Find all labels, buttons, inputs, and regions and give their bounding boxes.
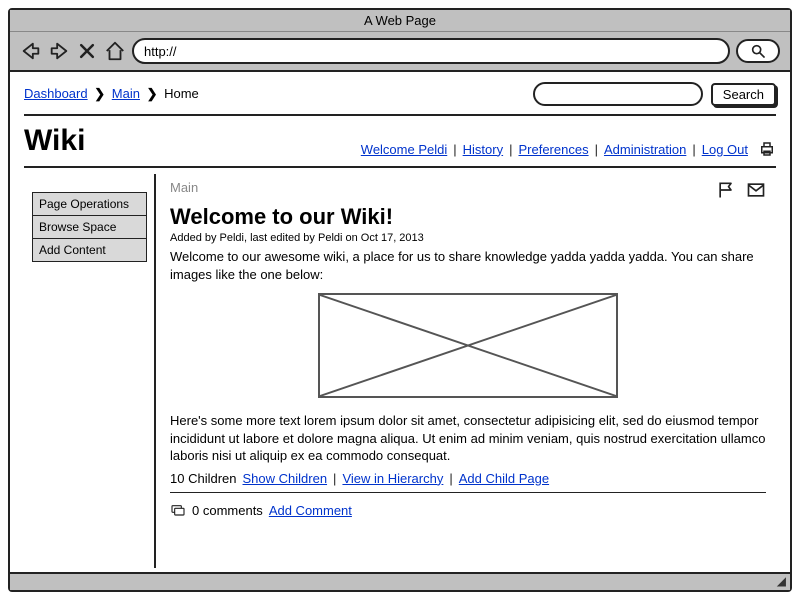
view-hierarchy-link[interactable]: View in Hierarchy	[342, 471, 443, 486]
breadcrumb-current: Home	[164, 86, 199, 101]
divider	[24, 114, 776, 116]
image-placeholder	[318, 293, 618, 398]
print-icon[interactable]	[758, 140, 776, 158]
divider	[24, 166, 776, 168]
sidebar-page-operations[interactable]: Page Operations	[32, 192, 147, 216]
top-nav: Welcome Peldi | History | Preferences | …	[361, 140, 776, 158]
comments-icon	[170, 503, 186, 519]
search-button[interactable]: Search	[711, 83, 776, 106]
flag-icon[interactable]	[716, 180, 736, 200]
comments-count: 0 comments	[192, 503, 263, 518]
main-panel: Main Welcome to our Wiki! Added by Peldi…	[154, 174, 776, 568]
breadcrumb-dashboard[interactable]: Dashboard	[24, 86, 88, 101]
page-byline: Added by Peldi, last edited by Peldi on …	[170, 232, 766, 244]
add-child-page-link[interactable]: Add Child Page	[459, 471, 549, 486]
nav-administration[interactable]: Administration	[604, 142, 686, 157]
page-intro: Welcome to our awesome wiki, a place for…	[170, 248, 766, 283]
page-crumb: Main	[170, 180, 198, 195]
sidebar-add-content[interactable]: Add Content	[32, 239, 147, 262]
stop-icon[interactable]	[76, 40, 98, 62]
page-title: Welcome to our Wiki!	[170, 204, 766, 230]
url-input[interactable]	[132, 38, 730, 64]
page-more-text: Here's some more text lorem ipsum dolor …	[170, 412, 766, 465]
browser-toolbar	[10, 32, 790, 72]
site-title: Wiki	[24, 124, 85, 158]
chevron-right-icon: ❯	[147, 86, 158, 101]
children-count: 10 Children	[170, 471, 237, 486]
breadcrumb-main[interactable]: Main	[112, 86, 140, 101]
window-title: A Web Page	[10, 10, 790, 32]
nav-preferences[interactable]: Preferences	[518, 142, 588, 157]
nav-history[interactable]: History	[463, 142, 503, 157]
mail-icon[interactable]	[746, 180, 766, 200]
nav-logout[interactable]: Log Out	[702, 142, 748, 157]
show-children-link[interactable]: Show Children	[243, 471, 328, 486]
chevron-right-icon: ❯	[94, 86, 105, 101]
page-content: Dashboard ❯ Main ❯ Home Search Wiki W	[10, 72, 790, 572]
add-comment-link[interactable]: Add Comment	[269, 503, 352, 518]
back-icon[interactable]	[20, 40, 42, 62]
browser-search-button[interactable]	[736, 39, 780, 63]
forward-icon[interactable]	[48, 40, 70, 62]
breadcrumb: Dashboard ❯ Main ❯ Home	[24, 86, 199, 102]
sidebar-browse-space[interactable]: Browse Space	[32, 216, 147, 239]
search-input[interactable]	[533, 82, 703, 106]
browser-window: A Web Page Dashboard ❯ Main ❯ Home	[8, 8, 792, 592]
divider	[170, 492, 766, 493]
status-bar: ◢	[10, 572, 790, 590]
sidebar: Page Operations Browse Space Add Content	[24, 174, 144, 568]
nav-welcome[interactable]: Welcome Peldi	[361, 142, 447, 157]
resize-grip-icon[interactable]: ◢	[777, 574, 786, 588]
home-icon[interactable]	[104, 40, 126, 62]
